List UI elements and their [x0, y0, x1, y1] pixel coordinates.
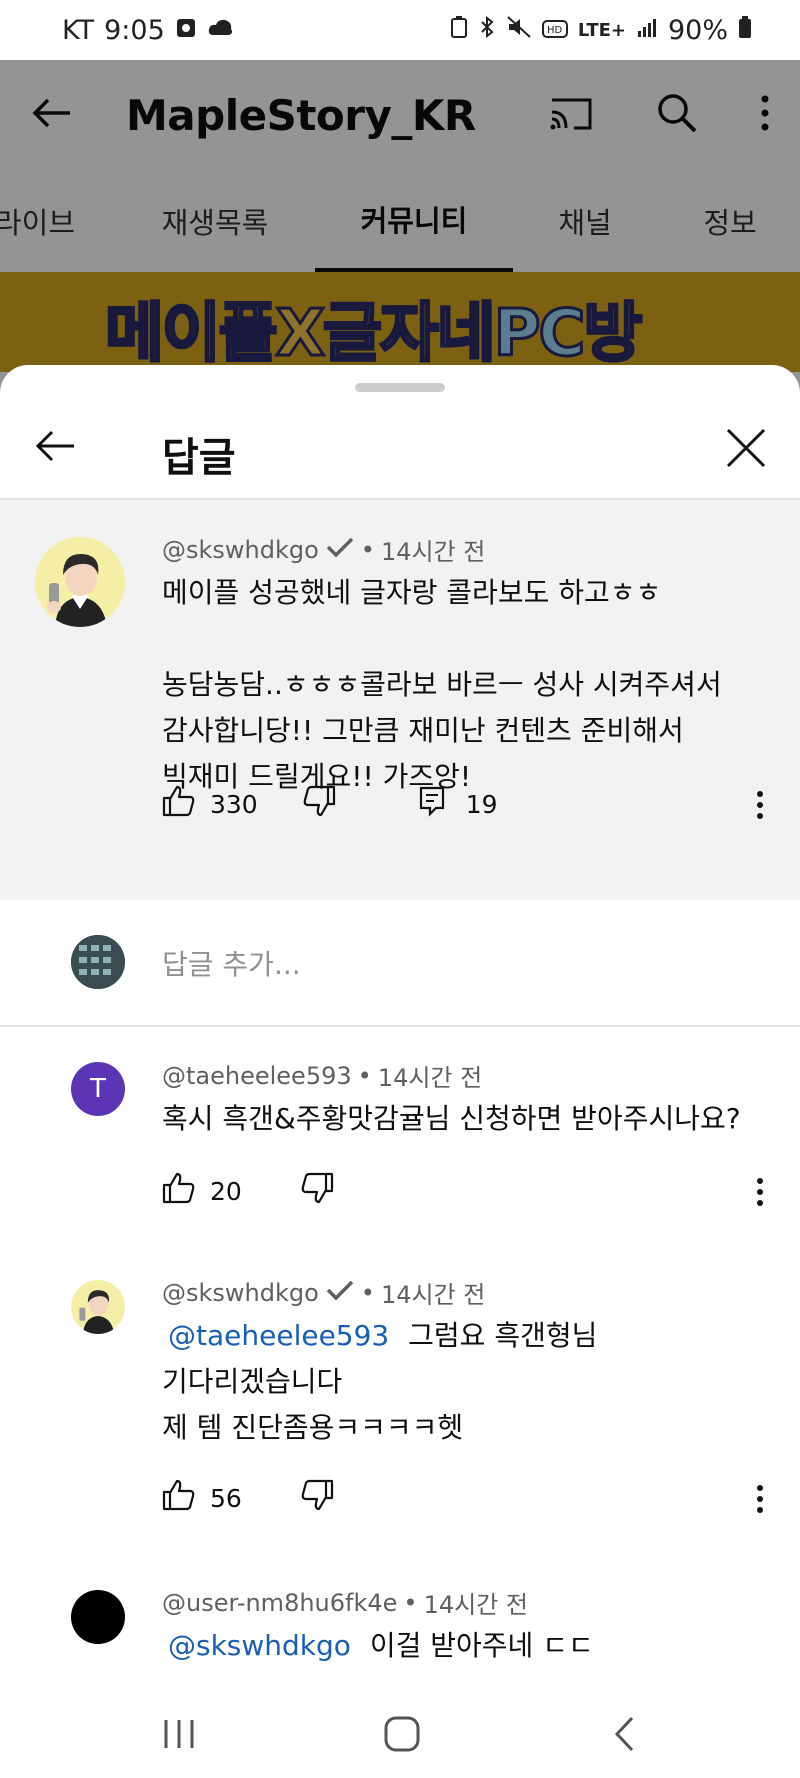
separator-dot: •	[403, 1588, 418, 1617]
overflow-menu-icon[interactable]	[755, 790, 765, 824]
comment-text: 혹시 흑갠&주황맛감귤님 신청하면 받아주시나요?	[162, 1102, 741, 1135]
bluetooth-icon	[478, 15, 496, 46]
battery-icon	[738, 15, 752, 46]
verified-check-icon	[325, 535, 355, 565]
comment-actions: 56	[162, 1479, 334, 1517]
reply-count: 19	[465, 789, 498, 819]
status-bar: KT 9:05 HD LTE+ 90%	[0, 0, 800, 60]
replies-sheet: 답글 @skswhdkgo • 14시간 전 메이플 성공했네 글자랑 콜라보도…	[0, 365, 800, 1695]
overflow-menu-icon[interactable]	[755, 1484, 765, 1518]
dislike-icon[interactable]	[300, 1479, 334, 1517]
comment-first-line: @taeheelee593 그럼요 흑갠형님	[162, 1313, 792, 1359]
comment-author[interactable]: @user-nm8hu6fk4e	[162, 1589, 397, 1617]
comment-time: 14시간 전	[380, 1281, 486, 1309]
comment-text: 이걸 받아주네 ㄷㄷ	[369, 1629, 594, 1662]
parent-comment: @skswhdkgo • 14시간 전 메이플 성공했네 글자랑 콜라보도 하고…	[0, 500, 800, 900]
cloud-icon	[207, 15, 235, 46]
add-reply-row[interactable]: 답글 추가...	[0, 905, 800, 1020]
avatar[interactable]	[71, 1590, 125, 1644]
comment-author[interactable]: @skswhdkgo	[162, 1279, 319, 1307]
add-reply-input[interactable]: 답글 추가...	[162, 943, 301, 983]
svg-text:HD: HD	[547, 25, 563, 36]
home-icon[interactable]	[383, 1715, 421, 1757]
like-icon[interactable]	[162, 785, 196, 823]
comment-author[interactable]: @taeheelee593	[162, 1062, 352, 1090]
avatar	[71, 935, 125, 989]
clock: 9:05	[104, 14, 165, 46]
battery-saver-icon	[450, 15, 468, 46]
like-icon[interactable]	[162, 1479, 196, 1517]
comment-text: 기다리겠습니다 제 템 진단좀용ㅋㅋㅋㅋ헷	[162, 1365, 464, 1444]
comment-actions: 20	[162, 1172, 334, 1210]
divider	[0, 1025, 800, 1027]
comment-time: 14시간 전	[423, 1591, 528, 1619]
back-arrow-icon[interactable]	[34, 427, 76, 469]
comment-author[interactable]: @skswhdkgo	[162, 536, 319, 564]
recent-apps-icon[interactable]	[162, 1717, 196, 1755]
comment-first-line: @skswhdkgo 이걸 받아주네 ㄷㄷ	[162, 1623, 792, 1669]
comment-meta: @skswhdkgo • 14시간 전	[162, 532, 485, 567]
comment-meta: @user-nm8hu6fk4e • 14시간 전	[162, 1585, 528, 1620]
reply-icon[interactable]	[418, 785, 446, 823]
network-type: LTE+	[577, 19, 626, 41]
separator-dot: •	[360, 1278, 375, 1307]
comment-meta: @taeheelee593 • 14시간 전	[162, 1058, 482, 1093]
mention-link[interactable]: @skswhdkgo	[168, 1629, 351, 1662]
comment-meta: @skswhdkgo • 14시간 전	[162, 1275, 485, 1310]
hd-voice-icon: HD	[541, 15, 568, 46]
battery-percent: 90%	[667, 14, 728, 46]
close-icon[interactable]	[725, 427, 767, 473]
sheet-header: 답글	[0, 405, 800, 500]
mute-icon	[506, 15, 532, 46]
sheet-title: 답글	[162, 435, 236, 481]
system-nav-bar	[0, 1695, 800, 1778]
carrier-label: KT	[62, 14, 95, 46]
avatar[interactable]	[35, 537, 125, 627]
separator-dot: •	[357, 1061, 372, 1090]
comment-text: 메이플 성공했네 글자랑 콜라보도 하고ㅎㅎ 농담농담..ㅎㅎㅎ콜라보 바르ㅡ …	[162, 576, 722, 793]
drag-handle[interactable]	[355, 383, 445, 392]
overflow-menu-icon[interactable]	[755, 1177, 765, 1211]
comment-time: 14시간 전	[377, 1064, 483, 1092]
mention-link[interactable]: @taeheelee593	[168, 1319, 389, 1352]
separator-dot: •	[360, 535, 375, 564]
avatar[interactable]: T	[71, 1062, 125, 1116]
like-count: 20	[210, 1176, 242, 1206]
avatar[interactable]	[71, 1280, 125, 1334]
dislike-icon[interactable]	[300, 1172, 334, 1210]
like-count: 330	[210, 789, 258, 819]
verified-check-icon	[325, 1278, 355, 1308]
back-nav-icon[interactable]	[612, 1715, 638, 1757]
comment-text: 그럼요 흑갠형님	[408, 1319, 598, 1352]
like-count: 56	[210, 1483, 242, 1513]
comment-time: 14시간 전	[380, 538, 486, 566]
signal-icon	[636, 15, 658, 46]
like-icon[interactable]	[162, 1172, 196, 1210]
comment-actions: 330 19	[162, 785, 498, 823]
dislike-icon[interactable]	[302, 785, 336, 823]
notification-icon	[175, 15, 197, 46]
